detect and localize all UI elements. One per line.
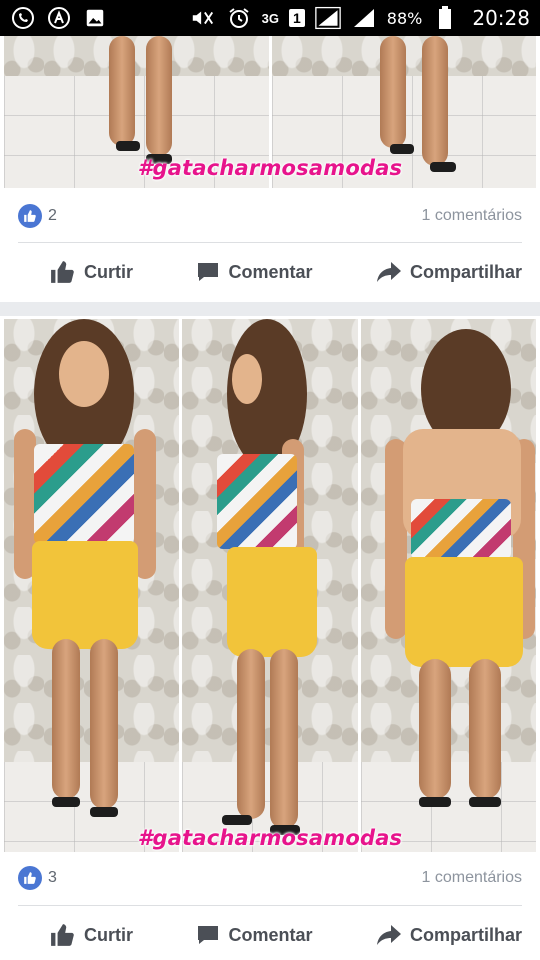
share-icon — [376, 262, 401, 282]
post-photo[interactable] — [360, 319, 536, 852]
post-photo[interactable] — [182, 319, 358, 852]
leg — [52, 639, 80, 799]
sandal — [116, 141, 140, 151]
leg — [109, 36, 135, 146]
app-notification-icon — [46, 5, 72, 31]
leg — [421, 36, 448, 166]
floral-top — [34, 444, 134, 544]
floral-top — [217, 454, 298, 549]
like-button[interactable]: Curtir — [50, 259, 133, 285]
like-count[interactable]: 3 — [18, 866, 57, 890]
like-button-label: Curtir — [84, 924, 133, 945]
clock: 20:28 — [472, 6, 530, 30]
comment-button[interactable]: Comentar — [196, 260, 312, 284]
alarm-icon — [226, 5, 252, 31]
like-count-value: 2 — [48, 207, 57, 224]
sandal — [90, 807, 118, 817]
post-photo[interactable] — [4, 319, 180, 852]
floral-top — [410, 499, 511, 559]
network-type-label: 3G — [261, 10, 279, 26]
like-button-label: Curtir — [84, 261, 133, 282]
like-count-value: 3 — [48, 869, 57, 886]
share-icon — [376, 925, 401, 945]
share-button-label: Compartilhar — [409, 924, 522, 945]
thumbs-up-icon — [51, 261, 74, 283]
status-right: 3G 1 88% 20:28 — [190, 5, 530, 31]
like-count[interactable]: 2 — [18, 204, 57, 228]
reactions-row: 3 1 comentários — [0, 850, 540, 906]
sandal — [468, 797, 501, 807]
sim-slot-badge: 1 — [289, 9, 305, 27]
yellow-shorts — [32, 541, 138, 649]
comment-button[interactable]: Comentar — [196, 923, 312, 947]
yellow-shorts — [404, 557, 523, 667]
mute-icon — [190, 5, 216, 31]
image-icon — [82, 5, 108, 31]
like-button[interactable]: Curtir — [50, 922, 133, 948]
leg — [468, 659, 501, 799]
comment-count[interactable]: 1 comentários — [422, 207, 523, 225]
leg — [418, 659, 451, 799]
share-button-label: Compartilhar — [409, 261, 522, 282]
face — [59, 341, 109, 407]
post-actions: Curtir Comentar Compartilhar — [0, 243, 540, 301]
status-bar: 3G 1 88% 20:28 — [0, 0, 540, 36]
battery-icon — [432, 5, 458, 31]
leg — [90, 639, 118, 809]
comment-count[interactable]: 1 comentários — [422, 869, 523, 887]
share-button[interactable]: Compartilhar — [376, 260, 522, 284]
post-hashtag-watermark: #gatacharmosamodas — [137, 156, 403, 180]
reactions-row: 2 1 comentários — [0, 188, 540, 244]
status-left — [10, 5, 108, 31]
yellow-shorts — [227, 547, 318, 657]
comment-button-label: Comentar — [228, 924, 313, 945]
comment-button-label: Comentar — [228, 261, 313, 282]
whatsapp-icon — [10, 5, 36, 31]
signal-strength-icon — [351, 5, 377, 31]
sandal — [222, 815, 253, 825]
post-hashtag-watermark: #gatacharmosamodas — [137, 826, 403, 850]
sandal — [418, 797, 451, 807]
share-button[interactable]: Compartilhar — [376, 923, 522, 947]
like-badge-icon — [18, 204, 42, 228]
post-actions: Curtir Comentar Compartilhar — [0, 906, 540, 960]
signal-icon — [315, 5, 341, 31]
comment-icon — [198, 926, 219, 944]
leg — [146, 36, 172, 156]
leg — [237, 649, 266, 819]
leg — [270, 649, 299, 829]
like-badge-icon — [18, 866, 42, 890]
sandal — [52, 797, 80, 807]
feed-post: #gatacharmosamodas 3 1 comentários Curti… — [0, 316, 540, 960]
post-photo-grid[interactable]: #gatacharmosamodas — [0, 36, 540, 188]
post-photo-grid[interactable]: #gatacharmosamodas — [0, 316, 540, 852]
battery-percent: 88% — [386, 8, 423, 28]
feed-post: #gatacharmosamodas 2 1 comentários Curti… — [0, 36, 540, 302]
comment-icon — [198, 263, 219, 281]
thumbs-up-icon — [51, 924, 74, 946]
leg — [379, 36, 406, 148]
sandal — [389, 144, 414, 154]
